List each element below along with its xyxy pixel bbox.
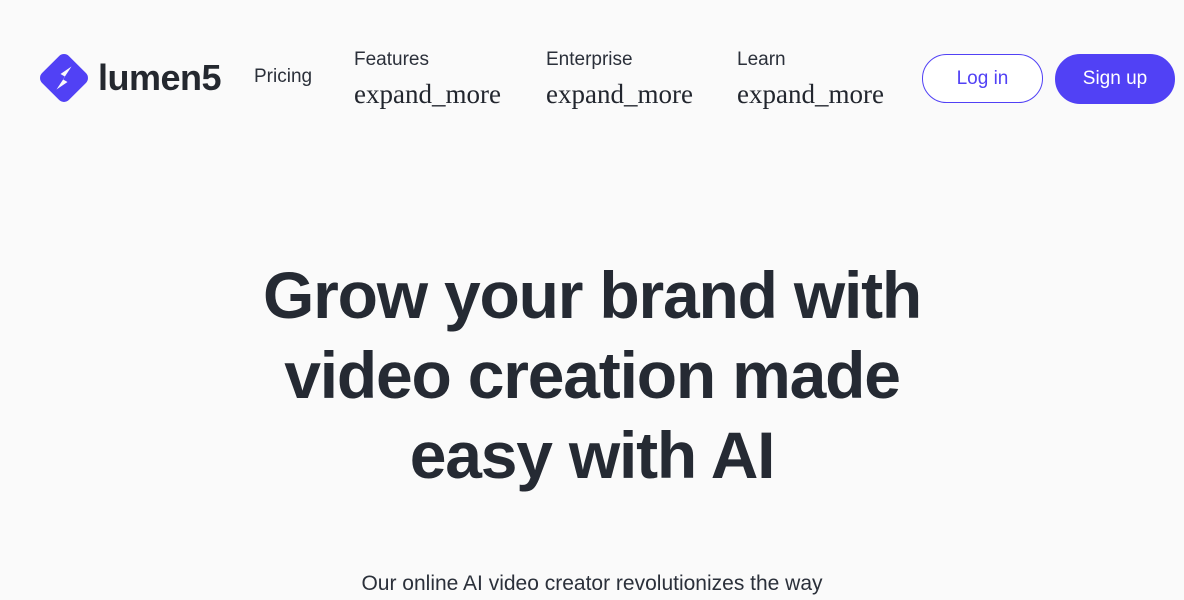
nav-item-learn-label: Learn — [737, 49, 786, 70]
page-title-line-1: Grow your brand with — [262, 258, 922, 332]
page-title-line-3: easy with AI — [409, 418, 776, 492]
brand-logo-link[interactable]: lumen5 — [38, 52, 222, 104]
expand-more-icon: expand_more — [354, 79, 501, 109]
site-header: lumen5 Pricing Features expand_more Ente… — [0, 0, 1184, 140]
expand-more-icon: expand_more — [737, 79, 884, 109]
nav-item-features-label: Features — [354, 49, 429, 70]
hero-subtitle: Our online AI video creator revolutioniz… — [361, 572, 823, 595]
nav-item-features[interactable]: Features expand_more — [354, 47, 501, 111]
nav-item-enterprise[interactable]: Enterprise expand_more — [546, 47, 693, 111]
expand-more-icon: expand_more — [546, 79, 693, 109]
nav-item-learn[interactable]: Learn expand_more — [737, 47, 884, 111]
page-title: Grow your brand with video creation made… — [0, 255, 1184, 495]
hero-section: Grow your brand with video creation made… — [0, 140, 1184, 599]
brand-wordmark: lumen5 — [98, 57, 222, 98]
nav-item-pricing[interactable]: Pricing — [254, 66, 312, 88]
signup-button[interactable]: Sign up — [1055, 54, 1175, 104]
lumen5-logo-icon — [38, 52, 90, 104]
nav-item-enterprise-label: Enterprise — [546, 49, 633, 70]
page-title-line-2: video creation made — [284, 338, 901, 412]
login-button[interactable]: Log in — [922, 54, 1043, 103]
